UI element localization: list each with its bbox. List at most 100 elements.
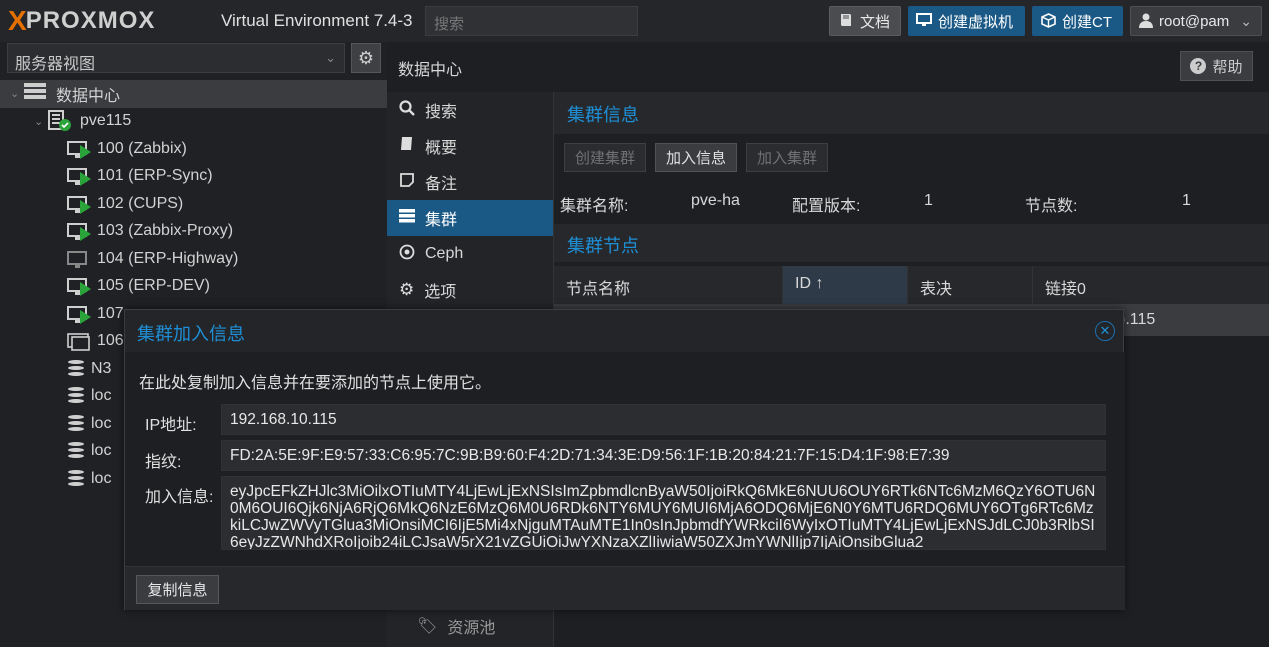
nav-item-search[interactable]: 搜索 — [387, 92, 553, 128]
vm-running-icon — [67, 276, 91, 297]
cluster-name-label: 集群名称: — [560, 198, 629, 215]
storage-icon — [67, 386, 85, 406]
help-button[interactable]: ? 帮助 — [1180, 51, 1253, 81]
expand-icon: ⌄ — [10, 88, 20, 101]
node-online-icon — [48, 110, 72, 132]
tree-item-label: loc — [91, 414, 112, 432]
cluster-join-info-dialog: 集群加入信息 ✕ 在此处复制加入信息并在要添加的节点上使用它。 IP地址: 19… — [124, 309, 1125, 610]
join-info-textarea[interactable]: eyJpcEFkZHJlc3MiOilxOTIuMTY4LjEwLjExNSIs… — [221, 476, 1106, 550]
cluster-toolbar: 创建集群 加入信息 加入集群 — [564, 143, 829, 172]
nav-item-label: 选项 — [424, 284, 457, 301]
node-count-value: 1 — [1182, 192, 1191, 209]
search-input[interactable]: 搜索 — [425, 6, 638, 36]
tags-icon: 🏷 — [417, 618, 438, 635]
help-label: 帮助 — [1212, 58, 1243, 76]
vm-stopped-icon — [67, 249, 91, 269]
tree-item-node[interactable]: ⌄ pve115 — [0, 108, 387, 136]
ip-field[interactable]: 192.168.10.115 — [221, 404, 1106, 435]
page-title: 数据中心 — [398, 62, 463, 79]
dialog-title: 集群加入信息 — [137, 324, 245, 344]
cube-icon — [1040, 13, 1056, 29]
fingerprint-field[interactable]: FD:2A:5E:9F:E9:57:33:C6:95:7C:9B:B9:60:F… — [221, 440, 1106, 471]
view-selector-value: 服务器视图 — [15, 56, 96, 73]
join-cluster-button[interactable]: 加入集群 — [746, 143, 829, 172]
note-icon — [399, 172, 415, 193]
create-ct-button[interactable]: 创建CT — [1032, 6, 1123, 36]
expand-icon: ⌄ — [34, 115, 44, 128]
cluster-info-title: 集群信息 — [554, 92, 1269, 134]
ceph-icon — [399, 244, 415, 265]
column-header-node-name[interactable]: 节点名称 — [554, 266, 783, 304]
join-info-label: 加入信息: — [145, 489, 214, 506]
tree-item-label: 106 — [97, 332, 124, 350]
book-icon — [838, 13, 854, 29]
vm-running-icon — [67, 194, 91, 214]
vm-running-icon — [67, 166, 91, 187]
tree-item-vm[interactable]: 102 (CUPS) — [0, 190, 387, 218]
nav-item-label: 概要 — [425, 140, 458, 157]
create-cluster-button[interactable]: 创建集群 — [564, 143, 647, 172]
nav-item-summary[interactable]: 概要 — [387, 128, 553, 164]
ip-label: IP地址: — [145, 417, 197, 434]
docs-label: 文档 — [860, 13, 891, 31]
view-selector[interactable]: 服务器视图 ⌄ — [7, 43, 345, 73]
nav-item-label: 集群 — [425, 212, 458, 229]
tree-item-label: 数据中心 — [56, 87, 121, 105]
docs-button[interactable]: 文档 — [829, 6, 901, 36]
join-info-button[interactable]: 加入信息 — [655, 143, 738, 172]
version-label: Virtual Environment 7.4-3 — [221, 11, 413, 30]
cluster-name-value: pve-ha — [691, 192, 740, 209]
user-icon — [1139, 13, 1153, 29]
nav-item-pools[interactable]: 🏷 资源池 — [387, 608, 553, 644]
grid-header: 节点名称 ID ↑ 表决 链接0 — [554, 266, 1269, 304]
template-icon — [67, 331, 91, 352]
vm-running-icon — [67, 304, 91, 324]
tree-item-label: loc — [91, 469, 112, 487]
tree-item-datacenter[interactable]: ⌄ 数据中心 — [0, 80, 387, 108]
tree-settings-button[interactable]: ⚙ — [351, 43, 381, 73]
gear-icon: ⚙ — [399, 280, 415, 299]
user-menu-button[interactable]: root@pam ⌄ — [1130, 6, 1262, 36]
column-header-votes[interactable]: 表决 — [908, 266, 1033, 304]
nav-item-options[interactable]: ⚙ 选项 — [387, 272, 553, 308]
column-header-id[interactable]: ID ↑ — [783, 266, 908, 304]
tree-item-label: 103 (Zabbix-Proxy) — [97, 222, 234, 240]
fingerprint-label: 指纹: — [145, 454, 182, 471]
create-ct-label: 创建CT — [1062, 13, 1112, 31]
question-icon: ? — [1190, 58, 1207, 74]
chevron-down-icon: ⌄ — [325, 50, 336, 65]
tree-item-vm[interactable]: 100 (Zabbix) — [0, 135, 387, 163]
copy-info-button[interactable]: 复制信息 — [136, 575, 219, 604]
tree-item-vm[interactable]: 105 (ERP-DEV) — [0, 273, 387, 301]
nav-item-ceph[interactable]: Ceph — [387, 236, 553, 272]
proxmox-logo[interactable]: X PROXMOX — [8, 5, 155, 36]
config-version-value: 1 — [924, 192, 933, 209]
column-header-link0[interactable]: 链接0 — [1033, 266, 1269, 304]
tree-item-label: 107 — [97, 304, 124, 322]
tree-item-label: N3 — [91, 359, 112, 377]
nav-item-label: 搜索 — [425, 104, 458, 121]
tree-item-vm[interactable]: 101 (ERP-Sync) — [0, 163, 387, 191]
tree-item-vm[interactable]: 103 (Zabbix-Proxy) — [0, 218, 387, 246]
tree-item-label: pve115 — [80, 112, 132, 130]
dialog-body: 在此处复制加入信息并在要添加的节点上使用它。 IP地址: 192.168.10.… — [125, 352, 1125, 566]
content-header: 数据中心 ? 帮助 — [387, 42, 1269, 88]
datacenter-icon — [24, 83, 46, 104]
close-icon[interactable]: ✕ — [1095, 321, 1115, 341]
tree-item-label: 102 (CUPS) — [97, 194, 184, 212]
nav-item-label: Ceph — [425, 245, 464, 262]
nav-item-cluster[interactable]: 集群 — [387, 200, 553, 236]
nav-item-label: 资源池 — [447, 620, 496, 637]
cluster-nodes-title: 集群节点 — [554, 224, 1269, 262]
tree-item-label: 104 (ERP-Highway) — [97, 249, 239, 267]
chevron-down-icon: ⌄ — [1240, 13, 1252, 29]
nav-item-notes[interactable]: 备注 — [387, 164, 553, 200]
vm-running-icon — [67, 221, 91, 242]
storage-icon — [67, 441, 85, 461]
user-label: root@pam — [1159, 12, 1230, 30]
tree-item-vm[interactable]: 104 (ERP-Highway) — [0, 245, 387, 273]
create-vm-button[interactable]: 创建虚拟机 — [908, 6, 1025, 36]
tree-item-label: 101 (ERP-Sync) — [97, 167, 213, 185]
storage-icon — [67, 413, 85, 434]
storage-icon — [67, 358, 85, 379]
